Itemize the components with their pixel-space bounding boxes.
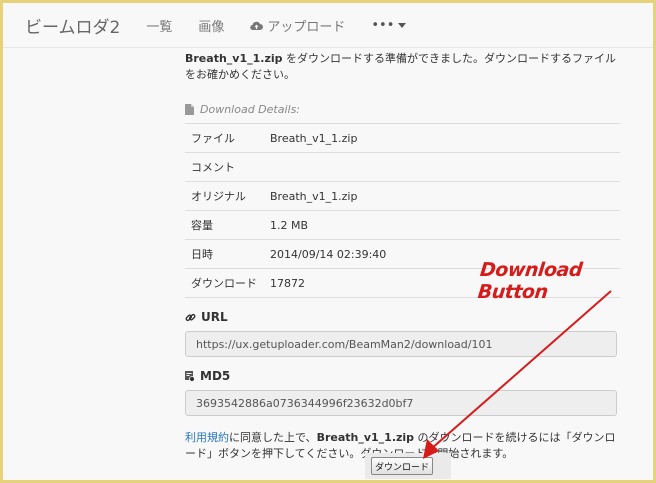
annotation-arrow xyxy=(423,290,612,459)
screenshot-frame: ビームロダ2 一覧 画像 アップロード ••• Breath_v1_1.zip … xyxy=(0,0,656,483)
